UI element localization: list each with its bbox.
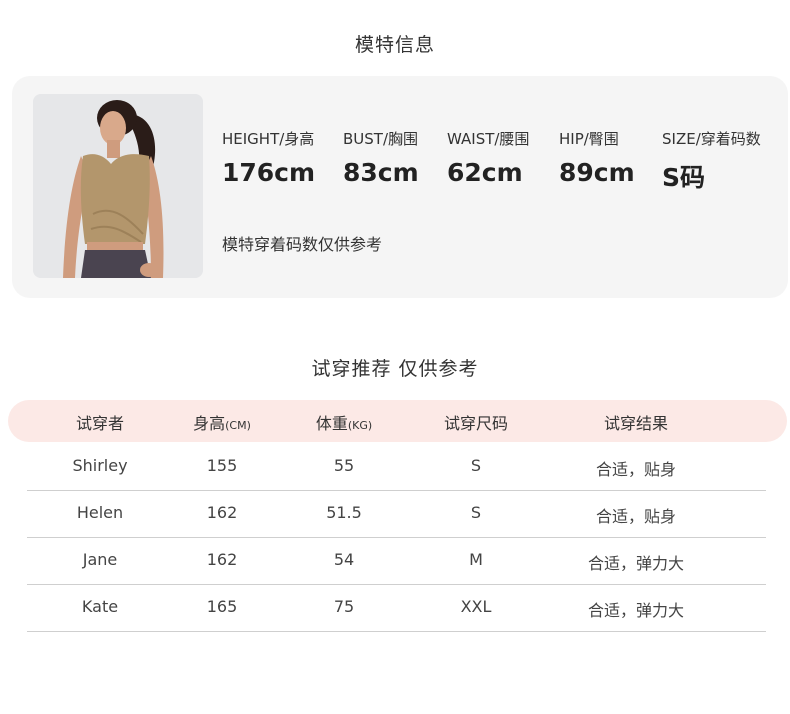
header-tester: 试穿者 bbox=[75, 414, 125, 433]
cell-size: S bbox=[470, 456, 482, 475]
cell-result: 合适，弹力大 bbox=[587, 554, 685, 573]
table-row: Kate 165 75 XXL 合适，弹力大 bbox=[0, 585, 790, 631]
trial-recommendation-title: 试穿推荐 仅供参考 bbox=[311, 358, 479, 380]
trial-table-header-cells: 试穿者 身高(CM) 体重(KG) 试穿尺码 试穿结果 bbox=[0, 400, 790, 442]
stat-hip-value: 89cm bbox=[559, 158, 635, 187]
model-size-note: 模特穿着码数仅供参考 bbox=[222, 235, 383, 254]
cell-weight: 54 bbox=[333, 550, 355, 569]
header-height: 身高(CM) bbox=[193, 414, 251, 433]
stat-waist-label: WAIST/腰围 bbox=[447, 130, 530, 148]
header-weight: 体重(KG) bbox=[315, 414, 373, 433]
table-row: Jane 162 54 M 合适，弹力大 bbox=[0, 538, 790, 584]
model-photo bbox=[33, 94, 203, 278]
cell-tester: Kate bbox=[81, 597, 119, 616]
cell-weight: 75 bbox=[333, 597, 355, 616]
stat-height-value: 176cm bbox=[222, 158, 316, 187]
stat-hip: HIP/臀围 89cm bbox=[559, 128, 635, 187]
cell-tester: Shirley bbox=[72, 456, 128, 475]
cell-height: 162 bbox=[206, 550, 238, 569]
header-size: 试穿尺码 bbox=[443, 414, 509, 433]
header-result: 试穿结果 bbox=[603, 414, 669, 433]
stat-bust-label: BUST/胸围 bbox=[343, 130, 419, 148]
model-info-title: 模特信息 bbox=[354, 34, 435, 56]
stat-waist-value: 62cm bbox=[447, 158, 523, 187]
stat-bust: BUST/胸围 83cm bbox=[343, 128, 419, 187]
cell-height: 162 bbox=[206, 503, 238, 522]
stat-size-label: SIZE/穿着码数 bbox=[662, 130, 761, 148]
stat-hip-label: HIP/臀围 bbox=[559, 130, 619, 148]
cell-size: XXL bbox=[460, 597, 492, 616]
row-divider bbox=[27, 631, 766, 632]
model-info-card: HEIGHT/身高 176cm BUST/胸围 83cm WAIST/腰围 62… bbox=[12, 76, 788, 298]
cell-result: 合适，弹力大 bbox=[587, 601, 685, 620]
cell-weight: 51.5 bbox=[326, 503, 362, 522]
stat-waist: WAIST/腰围 62cm bbox=[447, 128, 530, 187]
cell-size: S bbox=[470, 503, 482, 522]
stat-height: HEIGHT/身高 176cm bbox=[222, 128, 315, 187]
table-row: Helen 162 51.5 S 合适，贴身 bbox=[0, 491, 790, 537]
stat-size-value: S码 bbox=[662, 163, 706, 192]
cell-tester: Jane bbox=[82, 550, 118, 569]
cell-height: 155 bbox=[206, 456, 238, 475]
cell-result: 合适，贴身 bbox=[595, 460, 677, 479]
stat-size: SIZE/穿着码数 S码 bbox=[662, 128, 761, 192]
stat-bust-value: 83cm bbox=[343, 158, 419, 187]
cell-weight: 55 bbox=[333, 456, 355, 475]
stat-height-label: HEIGHT/身高 bbox=[222, 130, 315, 148]
table-row: Shirley 155 55 S 合适，贴身 bbox=[0, 444, 790, 490]
cell-tester: Helen bbox=[76, 503, 124, 522]
cell-height: 165 bbox=[206, 597, 238, 616]
cell-result: 合适，贴身 bbox=[595, 507, 677, 526]
cell-size: M bbox=[469, 550, 483, 569]
